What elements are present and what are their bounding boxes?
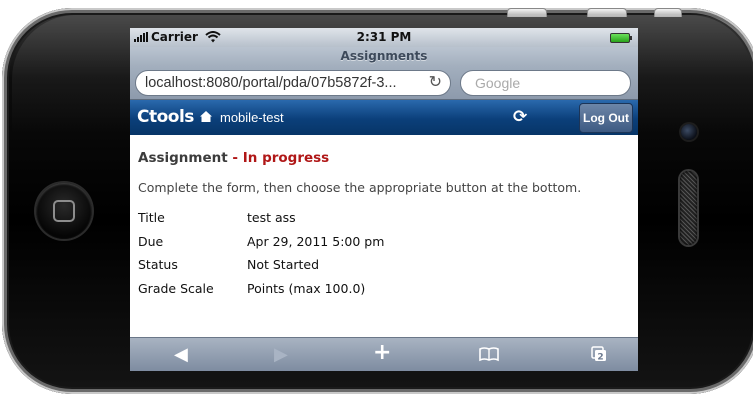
forward-arrow-icon: ▶ xyxy=(274,344,288,365)
site-name-link[interactable]: mobile-test xyxy=(220,110,284,125)
clock: 2:31 PM xyxy=(356,30,412,44)
phone-screen: Carrier 2:31 PM Assignments localhost:80… xyxy=(130,28,638,371)
home-button[interactable] xyxy=(36,183,92,239)
property-row: Grade Scale Points (max 100.0) xyxy=(138,277,384,301)
address-bar[interactable]: localhost:8080/portal/pda/07b5872f-3... … xyxy=(135,70,451,96)
property-value: Not Started xyxy=(247,257,320,273)
property-row: Title test ass xyxy=(138,206,384,230)
home-icon[interactable] xyxy=(200,111,212,122)
camera-lens xyxy=(681,124,697,140)
property-label: Title xyxy=(138,210,165,226)
side-button-2 xyxy=(587,8,627,17)
battery-icon xyxy=(610,33,632,43)
assignment-heading: Assignment - In progress xyxy=(138,150,638,166)
ctools-logo[interactable]: Ctools xyxy=(137,107,194,127)
speaker-grille xyxy=(680,171,697,245)
logout-button[interactable]: Log Out xyxy=(579,103,633,133)
property-label: Status xyxy=(138,257,178,273)
book-icon[interactable] xyxy=(479,347,499,362)
heading-separator: - xyxy=(227,150,243,166)
app-header: Ctools mobile-test ⟳ Log Out xyxy=(130,100,638,135)
property-label: Due xyxy=(138,233,164,249)
property-value: test ass xyxy=(247,210,296,226)
property-row: Status Not Started xyxy=(138,253,384,277)
status-bar: Carrier 2:31 PM xyxy=(130,28,638,47)
reload-icon[interactable]: ↻ xyxy=(429,71,442,95)
url-text: localhost:8080/portal/pda/07b5872f-3... xyxy=(145,75,397,91)
plus-icon[interactable]: + xyxy=(373,342,391,364)
main-content: Assignment - In progress Complete the fo… xyxy=(130,135,638,300)
side-button-3 xyxy=(654,8,682,17)
property-row: Due Apr 29, 2011 5:00 pm xyxy=(138,230,384,254)
pages-icon[interactable]: 2 xyxy=(591,346,607,366)
browser-toolbar: ◀ ▶ + 2 xyxy=(130,337,638,371)
sync-icon[interactable]: ⟳ xyxy=(513,107,527,127)
instructions-text: Complete the form, then choose the appro… xyxy=(138,180,582,195)
side-button-1 xyxy=(507,8,547,17)
assignment-properties: Title test ass Due Apr 29, 2011 5:00 pm … xyxy=(138,206,384,300)
property-value: Points (max 100.0) xyxy=(247,280,366,296)
pages-count: 2 xyxy=(597,352,603,362)
search-field[interactable]: Google xyxy=(460,70,631,96)
back-arrow-icon[interactable]: ◀ xyxy=(174,346,188,364)
browser-url-row: localhost:8080/portal/pda/07b5872f-3... … xyxy=(130,66,638,100)
property-label: Grade Scale xyxy=(138,280,214,296)
browser-page-title: Assignments xyxy=(130,47,638,66)
property-value: Apr 29, 2011 5:00 pm xyxy=(247,233,385,249)
pages-stack-icon: 2 xyxy=(591,346,606,362)
heading-prefix: Assignment xyxy=(138,150,228,166)
home-square-icon xyxy=(53,200,75,222)
assignment-status: In progress xyxy=(242,150,330,166)
